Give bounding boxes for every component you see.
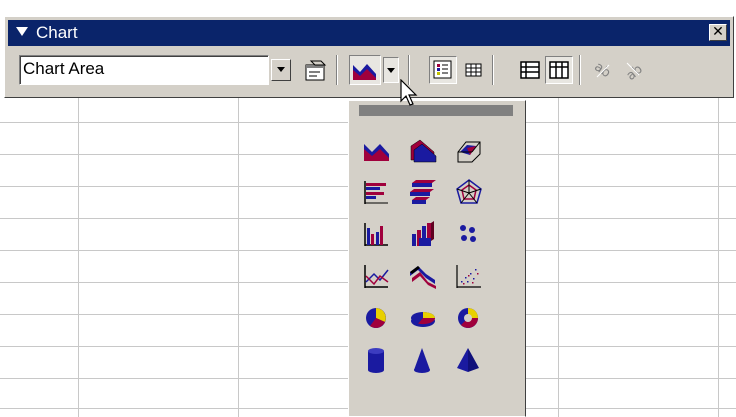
data-table-button[interactable] [461,57,487,83]
scatter-dots-chart-icon[interactable] [451,259,485,291]
by-row-button[interactable] [517,57,543,83]
svg-text:ab: ab [591,59,613,81]
doughnut-chart-icon[interactable] [451,301,485,333]
3d-area-chart-icon[interactable] [405,133,439,165]
toolbar-separator [492,55,494,85]
chart-toolbar: Chart ✕ Chart Area ab ab [4,16,734,98]
data-table-icon [465,63,482,77]
toolbar-separator [579,55,581,85]
palette-drag-handle[interactable] [359,105,513,116]
close-button[interactable]: ✕ [709,24,727,41]
column-line [718,98,719,417]
line-chart-icon[interactable] [359,259,393,291]
format-icon [305,60,327,81]
toolbar-menu-arrow-icon[interactable] [16,27,28,36]
column-line [78,98,79,417]
legend-icon [433,60,452,79]
legend-button[interactable] [429,56,457,84]
3d-bar-chart-icon[interactable] [405,175,439,207]
pyramid-chart-icon[interactable] [451,343,485,375]
svg-text:ab: ab [624,62,646,83]
toolbar-title-bar[interactable]: Chart ✕ [8,20,730,46]
column-line [238,98,239,417]
angle-text-up-icon: ab [624,62,646,84]
chart-objects-combo[interactable]: Chart Area [19,55,297,85]
cone-chart-icon[interactable] [405,343,439,375]
angle-text-downward-button[interactable]: ab [591,57,617,83]
chevron-down-icon [277,67,285,72]
chart-type-dropdown-button[interactable] [383,57,399,83]
area-chart-icon[interactable] [359,133,393,165]
bar-chart-icon[interactable] [359,175,393,207]
angle-text-upward-button[interactable]: ab [621,57,647,84]
by-row-icon [520,61,540,79]
by-column-icon [549,61,569,79]
scatter-chart-icon[interactable] [451,217,485,249]
chart-objects-field[interactable]: Chart Area [19,55,269,85]
angle-text-down-icon: ab [591,59,613,81]
chart-type-palette [348,100,526,417]
close-icon: ✕ [712,24,724,40]
3d-pie-chart-icon[interactable] [405,301,439,333]
column-line [558,98,559,417]
by-column-button[interactable] [545,56,573,84]
toolbar-separator [336,55,338,85]
pie-chart-icon[interactable] [359,301,393,333]
3d-line-chart-icon[interactable] [405,259,439,291]
3d-surface-chart-icon[interactable] [451,133,485,165]
chart-type-button[interactable] [349,55,381,85]
cylinder-chart-icon[interactable] [359,343,393,375]
chevron-down-icon [387,68,395,73]
radar-chart-icon[interactable] [451,175,485,207]
area-chart-icon [353,64,376,80]
column-chart-icon[interactable] [359,217,393,249]
mouse-cursor-icon [400,79,418,106]
format-chart-area-button[interactable] [303,57,329,83]
3d-column-chart-icon[interactable] [405,217,439,249]
toolbar-title: Chart [36,23,78,42]
chart-objects-dropdown-button[interactable] [271,59,291,81]
